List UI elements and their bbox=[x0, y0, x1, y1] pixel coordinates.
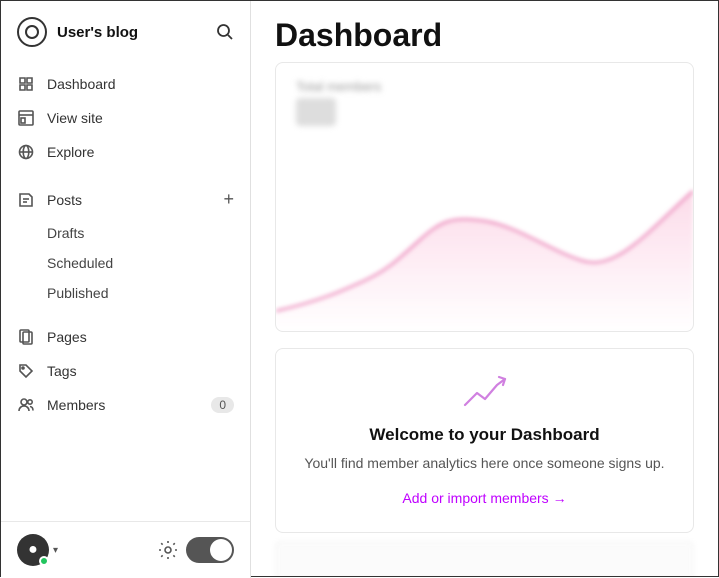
sidebar-footer: ● ▾ bbox=[1, 521, 250, 578]
add-import-members-link[interactable]: Add or import members → bbox=[402, 490, 566, 506]
sidebar-item-dashboard-label: Dashboard bbox=[47, 76, 116, 92]
sidebar-item-members-label: Members bbox=[47, 397, 105, 413]
tags-icon bbox=[17, 362, 35, 380]
welcome-title: Welcome to your Dashboard bbox=[296, 425, 673, 445]
settings-button[interactable] bbox=[158, 540, 178, 560]
user-menu-chevron-icon: ▾ bbox=[53, 545, 58, 556]
user-avatar-area[interactable]: ● ▾ bbox=[17, 534, 58, 566]
sidebar-item-drafts[interactable]: Drafts bbox=[1, 218, 250, 248]
page-title: Dashboard bbox=[275, 17, 694, 54]
nav-divider-2 bbox=[1, 308, 250, 320]
brand-logo-inner bbox=[25, 25, 39, 39]
stats-card: Total members bbox=[275, 62, 694, 332]
members-icon bbox=[17, 396, 35, 414]
avatar-person-icon: ● bbox=[28, 541, 38, 559]
pages-icon bbox=[17, 328, 35, 346]
sidebar-nav: Dashboard View site Explore bbox=[1, 59, 250, 521]
welcome-subtitle: You'll find member analytics here once s… bbox=[296, 453, 673, 474]
sidebar-item-pages-label: Pages bbox=[47, 329, 87, 345]
theme-toggle[interactable] bbox=[186, 537, 234, 563]
sidebar-item-tags-label: Tags bbox=[47, 363, 77, 379]
view-site-icon bbox=[17, 109, 35, 127]
brand-logo bbox=[17, 17, 47, 47]
main-content: Dashboard Total members bbox=[251, 1, 718, 576]
sidebar-item-drafts-label: Drafts bbox=[47, 225, 84, 241]
avatar: ● bbox=[17, 534, 49, 566]
search-icon[interactable] bbox=[216, 23, 234, 41]
sidebar-header: User's blog bbox=[1, 1, 250, 59]
chart-area bbox=[276, 151, 693, 331]
sidebar-item-tags[interactable]: Tags bbox=[1, 354, 250, 388]
sidebar-item-explore-label: Explore bbox=[47, 144, 94, 160]
dashboard-icon bbox=[17, 75, 35, 93]
sidebar-item-members[interactable]: Members 0 bbox=[1, 388, 250, 422]
sidebar-item-explore[interactable]: Explore bbox=[1, 135, 250, 169]
main-header: Dashboard bbox=[251, 1, 718, 62]
nav-divider bbox=[1, 169, 250, 181]
blurred-stats-row bbox=[275, 541, 694, 576]
sidebar-item-dashboard[interactable]: Dashboard bbox=[1, 67, 250, 101]
sidebar-item-view-site[interactable]: View site bbox=[1, 101, 250, 135]
stats-number bbox=[296, 98, 336, 126]
sidebar-item-view-site-label: View site bbox=[47, 110, 103, 126]
stats-label: Total members bbox=[296, 79, 673, 94]
sidebar-brand[interactable]: User's blog bbox=[17, 17, 138, 47]
sidebar-item-published-label: Published bbox=[47, 285, 109, 301]
sidebar: User's blog Dashboard bbox=[1, 1, 251, 578]
sidebar-item-scheduled[interactable]: Scheduled bbox=[1, 248, 250, 278]
add-post-button[interactable]: + bbox=[223, 189, 234, 210]
sidebar-item-pages[interactable]: Pages bbox=[1, 320, 250, 354]
posts-section-label: Posts bbox=[47, 192, 82, 208]
posts-section-header[interactable]: Posts + bbox=[1, 181, 250, 218]
online-status-dot bbox=[39, 556, 49, 566]
posts-icon bbox=[17, 191, 35, 209]
posts-section-left: Posts bbox=[17, 191, 82, 209]
explore-icon bbox=[17, 143, 35, 161]
sidebar-item-scheduled-label: Scheduled bbox=[47, 255, 113, 271]
dashboard-body: Total members bbox=[251, 62, 718, 576]
welcome-card: Welcome to your Dashboard You'll find me… bbox=[275, 348, 694, 533]
toggle-knob bbox=[210, 539, 232, 561]
members-badge: 0 bbox=[211, 397, 234, 413]
welcome-icon bbox=[296, 373, 673, 413]
brand-name: User's blog bbox=[57, 24, 138, 41]
sidebar-item-published[interactable]: Published bbox=[1, 278, 250, 308]
